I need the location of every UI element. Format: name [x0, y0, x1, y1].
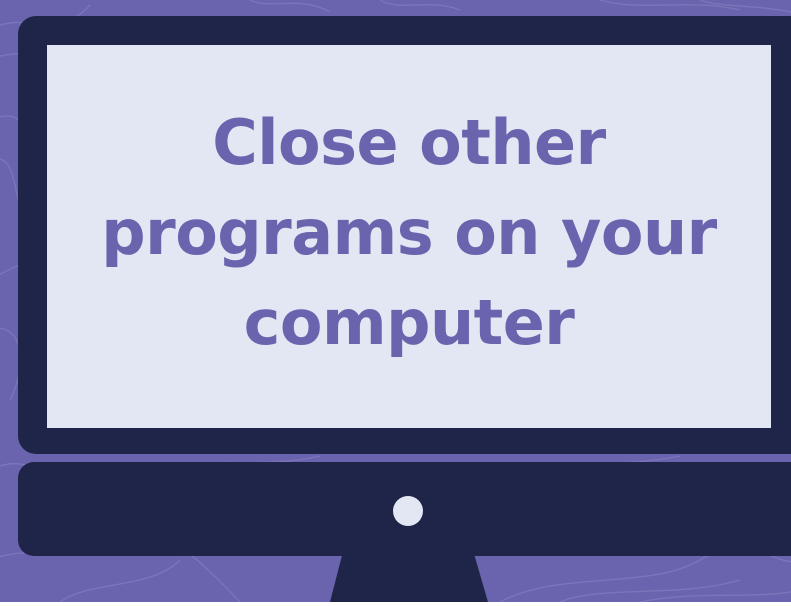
power-button-icon: [393, 496, 423, 526]
screen-message: Close other programs on your computer: [101, 105, 717, 359]
monitor-screen: Close other programs on your computer: [47, 45, 771, 428]
